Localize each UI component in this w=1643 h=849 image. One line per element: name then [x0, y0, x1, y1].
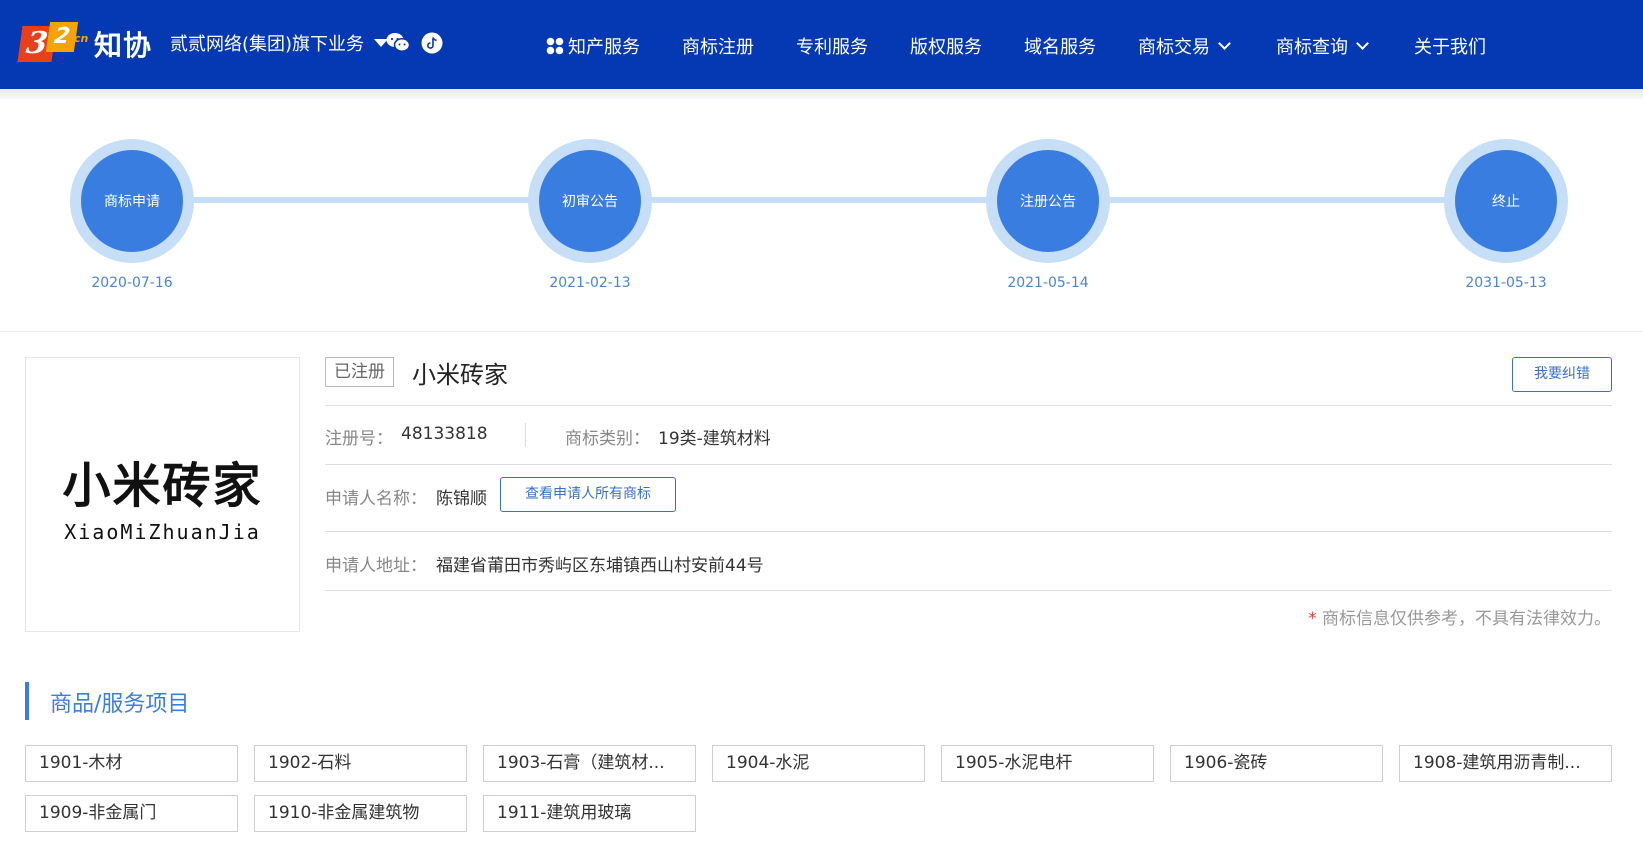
nav-label: 商标交易 [1138, 37, 1210, 58]
goods-item[interactable]: 1909-非金属门 [25, 795, 238, 832]
section-accent-bar [25, 682, 29, 720]
nav-label: 版权服务 [910, 37, 982, 58]
site-logo[interactable]: 3 2 cn 知协 [17, 22, 153, 66]
chevron-down-icon [1218, 37, 1231, 50]
nav-patent-services[interactable]: 专利服务 [796, 33, 868, 59]
timeline-node-termination: 终止 [1444, 139, 1568, 263]
timeline-node-registration: 注册公告 [986, 139, 1110, 263]
goods-item[interactable]: 1904-水泥 [712, 745, 925, 782]
timeline-node-label: 终止 [1455, 150, 1557, 252]
nav-domain-services[interactable]: 域名服务 [1024, 33, 1096, 59]
trademark-image-text: 小米砖家 [62, 457, 263, 514]
timeline-node-preliminary: 初审公告 [528, 139, 652, 263]
group-label: 贰贰网络(集团)旗下业务 [170, 34, 365, 55]
logo-suffix: cn [74, 32, 89, 45]
timeline-node-application: 商标申请 [70, 139, 194, 263]
nav-label: 知产服务 [568, 37, 640, 58]
header-shadow [0, 89, 1643, 99]
view-applicant-trademarks-button[interactable]: 查看申请人所有商标 [500, 477, 676, 512]
status-badge: 已注册 [325, 357, 394, 387]
douyin-icon[interactable] [420, 31, 444, 55]
nav-trademark-trading[interactable]: 商标交易 [1138, 33, 1231, 59]
wechat-icon[interactable] [386, 31, 410, 55]
timeline-connector [648, 197, 988, 203]
field-separator [525, 423, 526, 447]
goods-item[interactable]: 1901-木材 [25, 745, 238, 782]
class-value: 19类-建筑材料 [658, 429, 771, 449]
nav-copyright-services[interactable]: 版权服务 [910, 33, 982, 59]
row-divider [325, 405, 1612, 406]
nav-trademark-search[interactable]: 商标查询 [1276, 33, 1369, 59]
timeline-date: 2031-05-13 [1465, 275, 1547, 291]
row-divider [325, 531, 1612, 532]
logo-text: 知协 [94, 29, 153, 62]
disclaimer-text: 商标信息仅供参考，不具有法律效力。 [1322, 609, 1611, 629]
timeline-node-label: 注册公告 [997, 150, 1099, 252]
grid-icon [546, 37, 564, 55]
class-label: 商标类别： [565, 429, 650, 449]
disclaimer-note: * 商标信息仅供参考，不具有法律效力。 [1308, 604, 1611, 629]
nav-label: 商标查询 [1276, 37, 1348, 58]
row-divider [325, 464, 1612, 465]
status-timeline: 商标申请 2020-07-16 初审公告 2021-02-13 注册公告 202… [0, 99, 1643, 331]
timeline-date: 2020-07-16 [91, 275, 173, 291]
nav-label: 商标注册 [682, 37, 754, 58]
nav-about-us[interactable]: 关于我们 [1414, 33, 1486, 59]
applicant-value: 陈锦顺 [436, 489, 487, 509]
timeline-node-label: 商标申请 [81, 150, 183, 252]
report-error-button[interactable]: 我要纠错 [1512, 357, 1612, 392]
nav-label: 域名服务 [1024, 37, 1096, 58]
timeline-connector [1106, 197, 1446, 203]
nav-trademark-registration[interactable]: 商标注册 [682, 33, 754, 59]
address-label: 申请人地址： [325, 556, 427, 576]
goods-item[interactable]: 1902-石料 [254, 745, 467, 782]
reg-no-label: 注册号： [325, 429, 393, 449]
goods-section-title: 商品/服务项目 [50, 692, 190, 717]
logo-badge: 3 2 cn [17, 22, 90, 66]
goods-item[interactable]: 1906-瓷砖 [1170, 745, 1383, 782]
reg-no-value: 48133818 [401, 424, 488, 444]
address-value: 福建省莆田市秀屿区东埔镇西山村安前44号 [436, 556, 764, 576]
nav-label: 专利服务 [796, 37, 868, 58]
required-star: * [1308, 609, 1317, 629]
goods-item[interactable]: 1911-建筑用玻璃 [483, 795, 696, 832]
goods-item[interactable]: 1910-非金属建筑物 [254, 795, 467, 832]
trademark-image: 小米砖家 XiaoMiZhuanJia [25, 357, 300, 632]
trademark-image-pinyin: XiaoMiZhuanJia [64, 519, 261, 544]
row-divider [325, 590, 1612, 591]
chevron-down-icon [1356, 37, 1369, 50]
top-header: 3 2 cn 知协 贰贰网络(集团)旗下业务 知产服务 商标注册 专利服务 版权… [0, 0, 1643, 89]
nav-label: 关于我们 [1414, 37, 1486, 58]
timeline-date: 2021-02-13 [549, 275, 631, 291]
group-business-dropdown[interactable]: 贰贰网络(集团)旗下业务 [170, 30, 389, 56]
goods-item[interactable]: 1903-石膏（建筑材... [483, 745, 696, 782]
applicant-label: 申请人名称： [325, 489, 427, 509]
goods-item[interactable]: 1905-水泥电杆 [941, 745, 1154, 782]
trademark-name: 小米砖家 [412, 361, 508, 389]
nav-ip-services[interactable]: 知产服务 [546, 33, 640, 59]
timeline-node-label: 初审公告 [539, 150, 641, 252]
section-divider [0, 331, 1643, 332]
timeline-date: 2021-05-14 [1007, 275, 1089, 291]
timeline-connector [190, 197, 530, 203]
goods-item[interactable]: 1908-建筑用沥青制... [1399, 745, 1612, 782]
